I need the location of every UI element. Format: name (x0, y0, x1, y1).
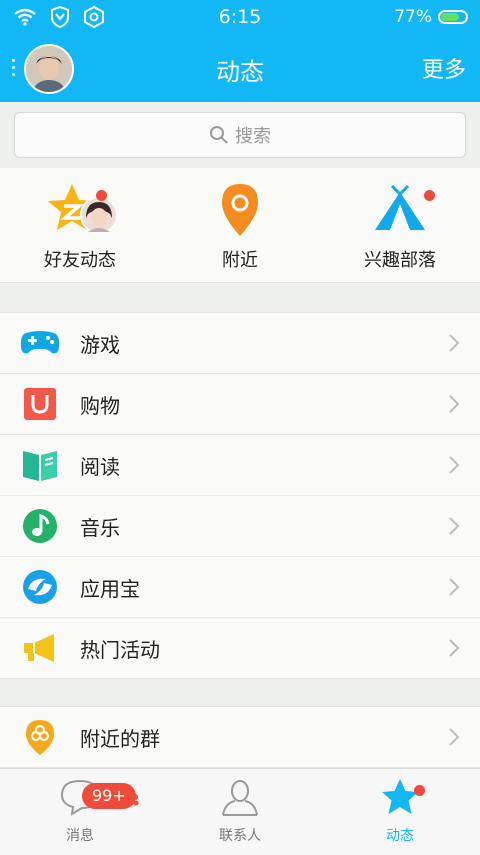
shopping-bag-icon (24, 388, 56, 420)
search-input[interactable]: 搜索 (14, 112, 466, 158)
quick-item-nearby[interactable]: 附近 (160, 182, 320, 272)
tab-label: 消息 (66, 828, 94, 844)
menu-item-label: 热门活动 (80, 638, 160, 662)
notification-dot (414, 785, 425, 796)
location-pin-icon (222, 184, 258, 236)
more-button[interactable]: 更多 (422, 52, 466, 84)
title-bar: 动态 更多 (0, 36, 480, 102)
drag-clear-icon (124, 794, 139, 806)
notification-dot (424, 190, 435, 201)
menu-item-app-store[interactable]: 应用宝 (0, 557, 480, 618)
chevron-right-icon (449, 395, 460, 413)
menu-item-label: 音乐 (80, 516, 120, 540)
tab-label: 动态 (386, 828, 414, 844)
battery-icon (438, 10, 468, 24)
chevron-right-icon (449, 517, 460, 535)
quick-item-label: 兴趣部落 (364, 250, 436, 271)
search-icon (210, 126, 228, 144)
megaphone-icon (24, 634, 54, 662)
gamepad-icon (20, 331, 60, 354)
menu-item-music[interactable]: 音乐 (0, 496, 480, 557)
menu-item-label: 应用宝 (80, 577, 140, 601)
quick-item-label: 好友动态 (44, 250, 116, 271)
chevron-right-icon (449, 728, 460, 746)
menu-item-label: 购物 (80, 394, 120, 418)
tab-label: 联系人 (219, 828, 261, 844)
battery-percent: 77% (394, 7, 432, 27)
friend-avatar (80, 196, 118, 234)
chevron-right-icon (449, 334, 460, 352)
tent-icon (375, 184, 425, 230)
menu-item-games[interactable]: 游戏 (0, 313, 480, 374)
search-placeholder: 搜索 (235, 126, 271, 147)
app-store-icon (23, 570, 57, 604)
nearby-group-icon (26, 720, 54, 755)
menu-item-shopping[interactable]: 购物 (0, 374, 480, 435)
person-icon (222, 780, 258, 816)
status-bar: 6:15 77% (0, 0, 480, 36)
notification-dot (96, 190, 107, 201)
quick-item-label: 附近 (222, 250, 258, 271)
quick-entries: 好友动态 附近 兴趣部落 (0, 168, 480, 283)
menu-item-reading[interactable]: 阅读 (0, 435, 480, 496)
menu-list-2: 附近的群 (0, 706, 480, 768)
tab-messages[interactable]: 消息 99+ (0, 777, 160, 845)
page-title: 动态 (216, 58, 264, 86)
quick-item-interest-tribe[interactable]: 兴趣部落 (320, 182, 480, 272)
bottom-tab-bar: 消息 99+ 联系人 动态 (0, 768, 480, 855)
menu-item-hot-events[interactable]: 热门活动 (0, 618, 480, 678)
chevron-right-icon (449, 456, 460, 474)
music-note-icon (23, 509, 57, 543)
chevron-right-icon (449, 578, 460, 596)
menu-item-nearby-groups[interactable]: 附近的群 (0, 707, 480, 767)
tab-contacts[interactable]: 联系人 (160, 777, 320, 845)
menu-item-label: 阅读 (80, 455, 120, 479)
tab-feeds[interactable]: 动态 (320, 777, 480, 845)
quick-item-friends-feed[interactable]: 好友动态 (0, 182, 160, 272)
menu-list: 游戏 购物 阅读 音乐 应用宝 热门活动 (0, 312, 480, 679)
book-icon (23, 451, 57, 481)
menu-item-label: 游戏 (80, 333, 120, 357)
chevron-right-icon (449, 639, 460, 657)
star-icon (382, 779, 418, 814)
menu-item-label: 附近的群 (80, 727, 160, 751)
